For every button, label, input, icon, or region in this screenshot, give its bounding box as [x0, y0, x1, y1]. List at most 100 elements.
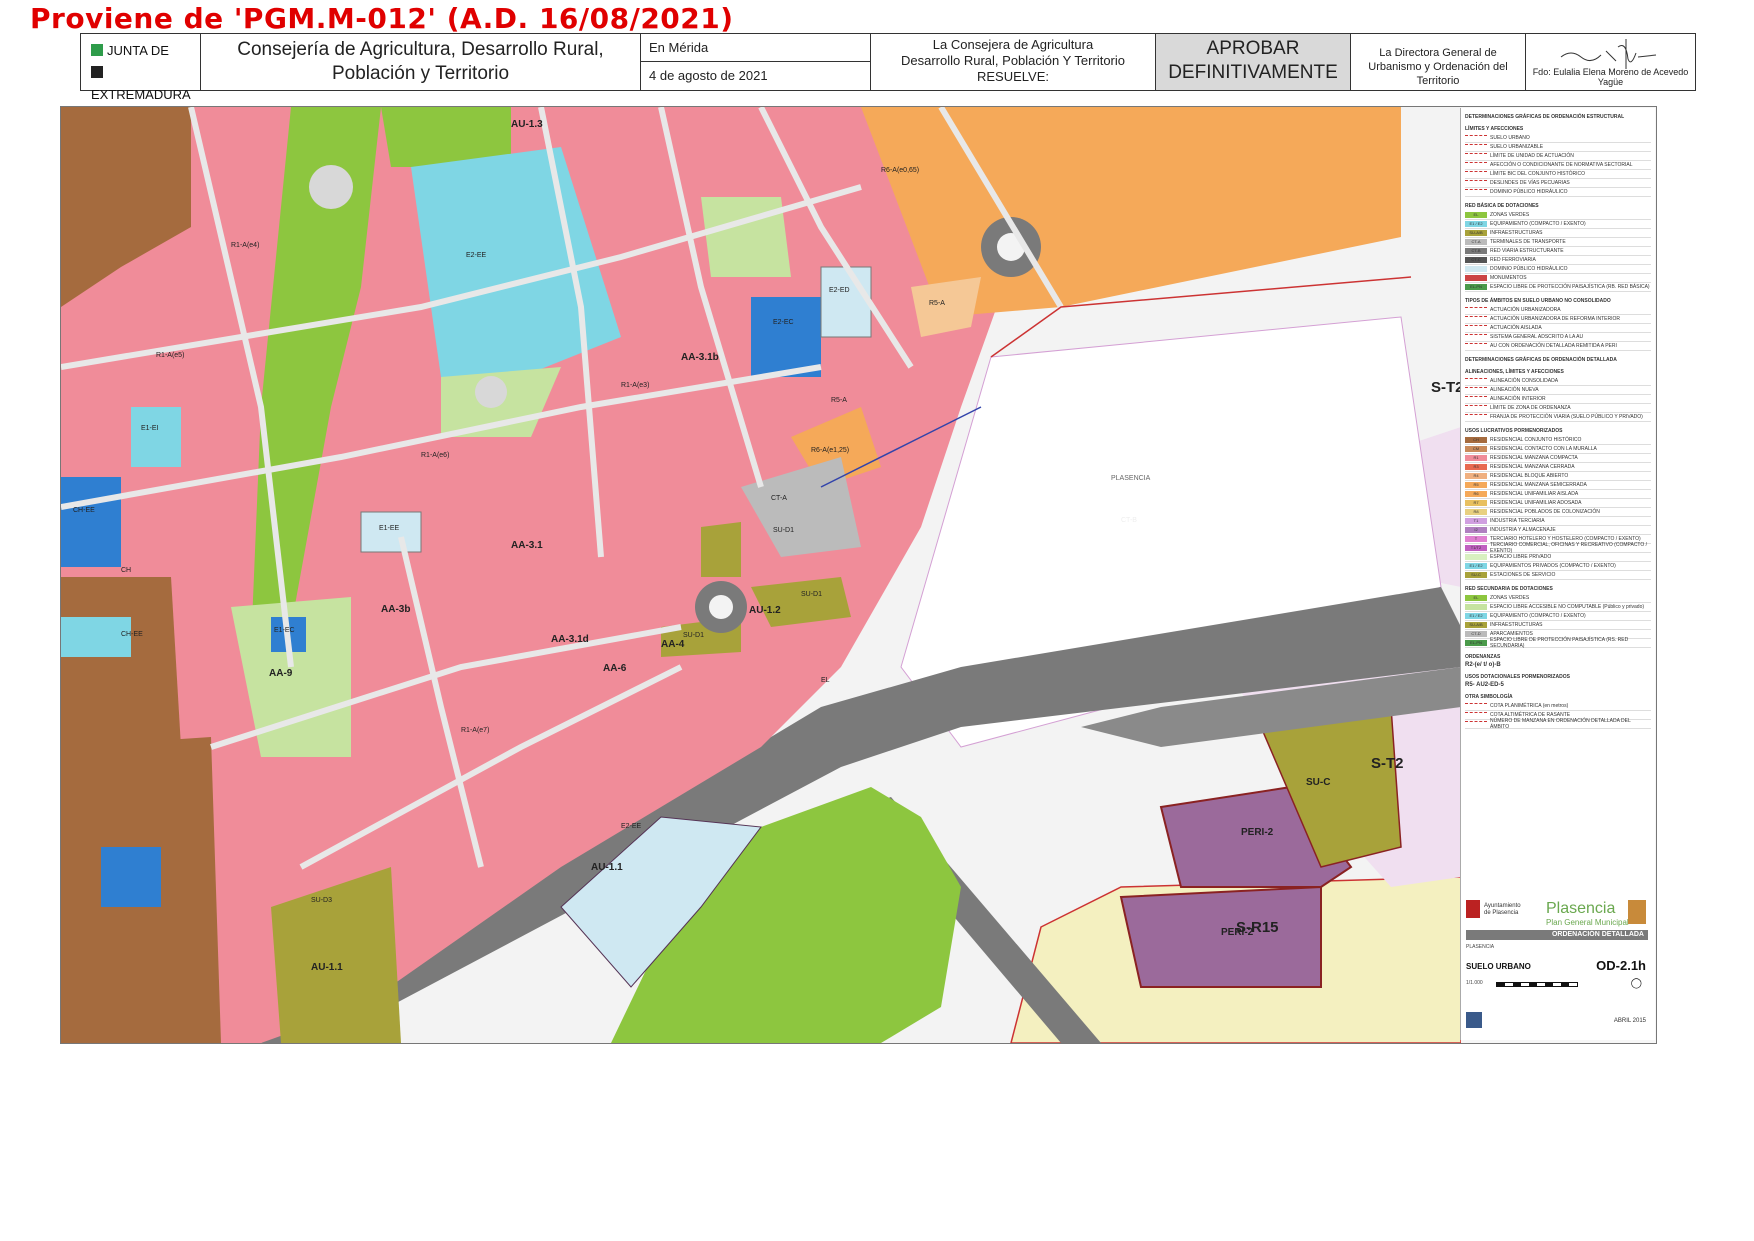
legend-row: R6 RESIDENCIAL UNIFAMILIAR AISLADA [1465, 490, 1651, 499]
consejeria-line1: Consejería de Agricultura, Desarrollo Ru… [237, 39, 604, 60]
legend-row: AFECCIÓN O CONDICIONANTE DE NORMATIVA SE… [1465, 161, 1651, 170]
legend-row-label: ZONAS VERDES [1490, 595, 1530, 601]
legend-color-swatch: CH [1465, 437, 1487, 443]
equipment-e1ei [131, 407, 181, 467]
roundabout-mid [475, 376, 507, 408]
legend-row-label: EQUIPAMIENTOS PRIVADOS (COMPACTO / EXENT… [1490, 563, 1616, 569]
legend-color-swatch: R1 [1465, 455, 1487, 461]
label-au13: AU-1.3 [511, 119, 543, 130]
legend-row-label: EQUIPAMIENTO (COMPACTO / EXENTO) [1490, 613, 1586, 619]
legend-row: E1 / E2 EQUIPAMIENTOS PRIVADOS (COMPACTO … [1465, 562, 1651, 571]
roundabout-nw [309, 165, 353, 209]
date-text: 4 de agosto de 2021 [649, 68, 768, 83]
legend-row-label: INFRAESTRUCTURAS [1490, 622, 1543, 628]
aprobar-line1: APROBAR [1206, 38, 1300, 59]
legend-row: LÍMITE BIC DEL CONJUNTO HISTÓRICO [1465, 170, 1651, 179]
scale-bar [1496, 982, 1578, 987]
label-suc: SU-C [1306, 777, 1331, 788]
legend-line-swatch [1465, 404, 1487, 412]
legend-row: EL-PN ESPACIO LIBRE DE PROTECCIÓN PAISAJÍ… [1465, 637, 1651, 649]
label-r6a-2: R6-A(e1,25) [811, 447, 850, 454]
legend-line-swatch [1465, 170, 1487, 178]
legend-row: LÍMITE DE ZONA DE ORDENANZA [1465, 404, 1651, 413]
junta-line1: JUNTA DE [107, 43, 169, 58]
legend-section-red2: RED SECUNDARIA DE DOTACIONES [1465, 586, 1553, 592]
legend-row-label: DESLINDES DE VÍAS PECUARIAS [1490, 180, 1570, 186]
legend-line-swatch [1465, 413, 1487, 421]
label-au11-b: AU-1.1 [311, 962, 343, 973]
legend-color-swatch: CT-D [1465, 631, 1487, 637]
label-chee-b: CH-EE [121, 631, 143, 638]
label-e2ec: E2-EC [773, 319, 794, 326]
legend-row-label: ALINEACIÓN NUEVA [1490, 387, 1539, 393]
signature-block: Fdo: Eulalia Elena Moreno de Acevedo Yag… [1526, 34, 1695, 90]
label-aa31b: AA-3.1b [681, 352, 719, 363]
legend-color-swatch: SU-A/B [1465, 230, 1487, 236]
consultant-logo-icon [1466, 1012, 1482, 1028]
legend-row-label: ACTUACIÓN AISLADA [1490, 325, 1542, 331]
legend-line-swatch [1465, 161, 1487, 169]
legend-color-swatch: EL [1465, 212, 1487, 218]
legend-row: CM RESIDENCIAL CONTACTO CON LA MURALLA [1465, 445, 1651, 454]
label-r1a-5: R1-A(e7) [461, 727, 490, 734]
legend-row-label: ZONAS VERDES [1490, 212, 1530, 218]
legend-row: T1 INDUSTRIA TERCIARIA [1465, 517, 1651, 526]
legend-row: DOMINIO PÚBLICO HIDRÁULICO [1465, 265, 1651, 274]
legend-row-label: RED VIARIA ESTRUCTURANTE [1490, 248, 1564, 254]
zoning-map[interactable]: S-T2 S-T2 S-R15 PERI-2 PERI-2 SU-C AU-1.… [60, 106, 1657, 1044]
legend-red2-list: EL ZONAS VERDES ESPACIO LIBRE ACCESIBLE NO… [1461, 594, 1655, 649]
legend-tipos-list: ACTUACIÓN URBANIZADORA ACTUACIÓN URBANIZA… [1461, 306, 1655, 351]
legend-color-swatch: T1 [1465, 518, 1487, 524]
label-e2ee-b: E2-EE [621, 823, 642, 830]
directora-line1: La Directora General de [1379, 47, 1497, 59]
legend-row-label: ESPACIO LIBRE DE PROTECCIÓN PAISAJÍSTICA… [1490, 637, 1629, 649]
aprobar-block: APROBAR DEFINITIVAMENTE [1156, 34, 1351, 90]
legend-row-label: ALINEACIÓN CONSOLIDADA [1490, 378, 1559, 384]
label-sud1-b: SU-D1 [801, 591, 823, 598]
legend-line-swatch [1465, 702, 1487, 710]
legend-section-red: RED BÁSICA DE DOTACIONES [1465, 203, 1539, 209]
legend-color-swatch: R8 [1465, 509, 1487, 515]
label-au12: AU-1.2 [749, 605, 781, 616]
label-au11-a: AU-1.1 [591, 862, 623, 873]
municipality-small: Ayuntamiento de Plasencia [1484, 903, 1521, 916]
legend-line-swatch [1465, 395, 1487, 403]
label-ctb: CT-B [1121, 517, 1137, 524]
legend-row: DOMINIO PÚBLICO HIDRÁULICO [1465, 188, 1651, 197]
label-aa3b: AA-3b [381, 604, 411, 615]
legend-color-swatch [1465, 554, 1487, 560]
legend-row: R7 RESIDENCIAL UNIFAMILIAR ADOSADA [1465, 499, 1651, 508]
label-e1ec: E1-EC [274, 627, 295, 634]
legend-row: SU-C ESTACIONES DE SERVICIO [1465, 571, 1651, 580]
legend-line-swatch [1465, 179, 1487, 187]
legend-row: SISTEMA GENERAL ADSCRITO A LA AU [1465, 333, 1651, 342]
legend-color-swatch: R5 [1465, 482, 1487, 488]
legend-line-swatch [1465, 377, 1487, 385]
legend-row: ESPACIO LIBRE PRIVADO [1465, 553, 1651, 562]
junta-line2: EXTREMADURA [91, 87, 191, 102]
legend-color-swatch: SU-C [1465, 572, 1487, 578]
legend-row: MONUMENTOS [1465, 274, 1651, 283]
legend-row: FRANJA DE PROTECCIÓN VIARIA (SUELO PÚBLI… [1465, 413, 1651, 422]
legend-row-label: RESIDENCIAL CONJUNTO HISTÓRICO [1490, 437, 1582, 443]
legend-row-label: RED FERROVIARIA [1490, 257, 1536, 263]
legend-row: ALINEACIÓN INTERIOR [1465, 395, 1651, 404]
legend-color-swatch: T1/T2 [1465, 545, 1487, 551]
legend-row: SUELO URBANIZABLE [1465, 143, 1651, 152]
legend-row: DESLINDES DE VÍAS PECUARIAS [1465, 179, 1651, 188]
label-chee: CH-EE [73, 507, 95, 514]
consejeria-block: Consejería de Agricultura, Desarrollo Ru… [201, 34, 641, 90]
legend-dotacional-example: R5- AU2-ED-5 [1465, 682, 1504, 688]
label-sud3: SU-D3 [311, 897, 333, 904]
label-sud1-a: SU-D1 [773, 527, 795, 534]
legend-row: R5 RESIDENCIAL MANZANA SEMICERRADA [1465, 481, 1651, 490]
legend-color-swatch: EL-PN [1465, 640, 1487, 646]
legend-section-tipos: TIPOS DE ÁMBITOS EN SUELO URBANO NO CONS… [1465, 298, 1611, 304]
legend-row: EL-PN ESPACIO LIBRE DE PROTECCIÓN PAISAJÍ… [1465, 283, 1651, 292]
legend-row-label: RESIDENCIAL MANZANA SEMICERRADA [1490, 482, 1587, 488]
legend-row-label: RESIDENCIAL MANZANA COMPACTA [1490, 455, 1578, 461]
legend-row: CH RESIDENCIAL CONJUNTO HISTÓRICO [1465, 436, 1651, 445]
equipment-e1ee [360, 511, 422, 553]
legend-row: T1/T2 TERCIARIO COMERCIAL, OFICINAS Y REC… [1465, 542, 1651, 554]
legend-row-label: AFECCIÓN O CONDICIONANTE DE NORMATIVA SE… [1490, 162, 1633, 168]
